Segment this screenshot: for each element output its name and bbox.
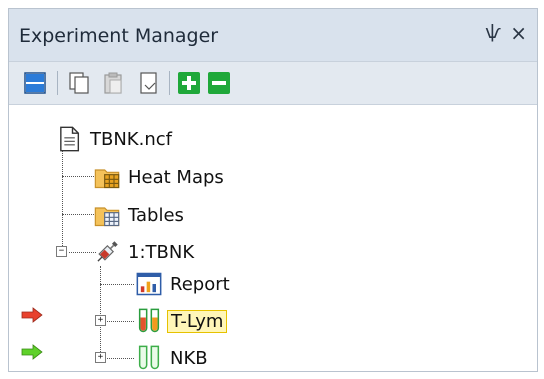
panel-title: Experiment Manager	[19, 25, 219, 47]
paste-icon[interactable]	[101, 71, 125, 95]
tree-connector	[69, 252, 96, 253]
tree-connector	[100, 266, 101, 358]
tree-node-heat-maps[interactable]: Heat Maps	[93, 162, 227, 192]
tree-connector	[100, 284, 134, 285]
tree-node-label: NKB	[170, 347, 208, 369]
tree-node-report[interactable]: Report	[135, 269, 233, 299]
tree-connector	[62, 144, 63, 252]
panel-titlebar: Experiment Manager ѱ ×	[9, 9, 537, 61]
close-icon[interactable]: ×	[510, 21, 527, 45]
tree-node-tlym[interactable]: T-Lym	[135, 306, 228, 336]
tree-node-label: Heat Maps	[128, 166, 224, 188]
heatmap-folder-icon	[94, 169, 120, 189]
expand-toggle[interactable]: +	[95, 315, 106, 326]
tree-node-experiment[interactable]: 1:TBNK	[93, 237, 197, 267]
layout-icon[interactable]	[23, 71, 47, 95]
syringe-icon	[97, 241, 118, 262]
tree-node-nkb[interactable]: NKB	[135, 343, 211, 373]
tree-node-label: T-Lym	[167, 309, 228, 333]
experiment-manager-panel: Experiment Manager ѱ × TBNK.ncf Heat Map…	[8, 8, 538, 372]
red-arrow-icon	[21, 307, 43, 323]
duplicate-icon[interactable]	[136, 71, 160, 95]
tree-node-tables[interactable]: Tables	[93, 200, 187, 230]
remove-icon[interactable]	[207, 71, 231, 95]
toolbar	[9, 61, 537, 105]
tree-node-label: 1:TBNK	[128, 241, 195, 263]
tree-node-label: TBNK.ncf	[90, 128, 172, 150]
tree-connector	[107, 358, 134, 359]
tree-node-label: Report	[170, 273, 230, 295]
experiment-tree: TBNK.ncf Heat Maps Tables − 1:TBNK Repor…	[9, 104, 537, 371]
pin-icon[interactable]: ѱ	[485, 22, 501, 43]
green-arrow-icon	[21, 344, 43, 360]
toolbar-separator	[169, 71, 170, 95]
document-icon	[60, 126, 80, 152]
tree-node-label: Tables	[128, 204, 184, 226]
add-icon[interactable]	[177, 71, 201, 95]
tree-connector	[107, 321, 134, 322]
tubes-orange-icon	[138, 308, 160, 333]
tree-node-root[interactable]: TBNK.ncf	[55, 124, 175, 154]
expand-toggle[interactable]: +	[95, 352, 106, 363]
table-folder-icon	[94, 207, 120, 227]
toolbar-separator	[57, 71, 58, 95]
collapse-toggle[interactable]: −	[56, 246, 67, 257]
copy-icon[interactable]	[67, 71, 91, 95]
report-icon	[136, 272, 162, 296]
tubes-green-icon	[138, 345, 160, 370]
